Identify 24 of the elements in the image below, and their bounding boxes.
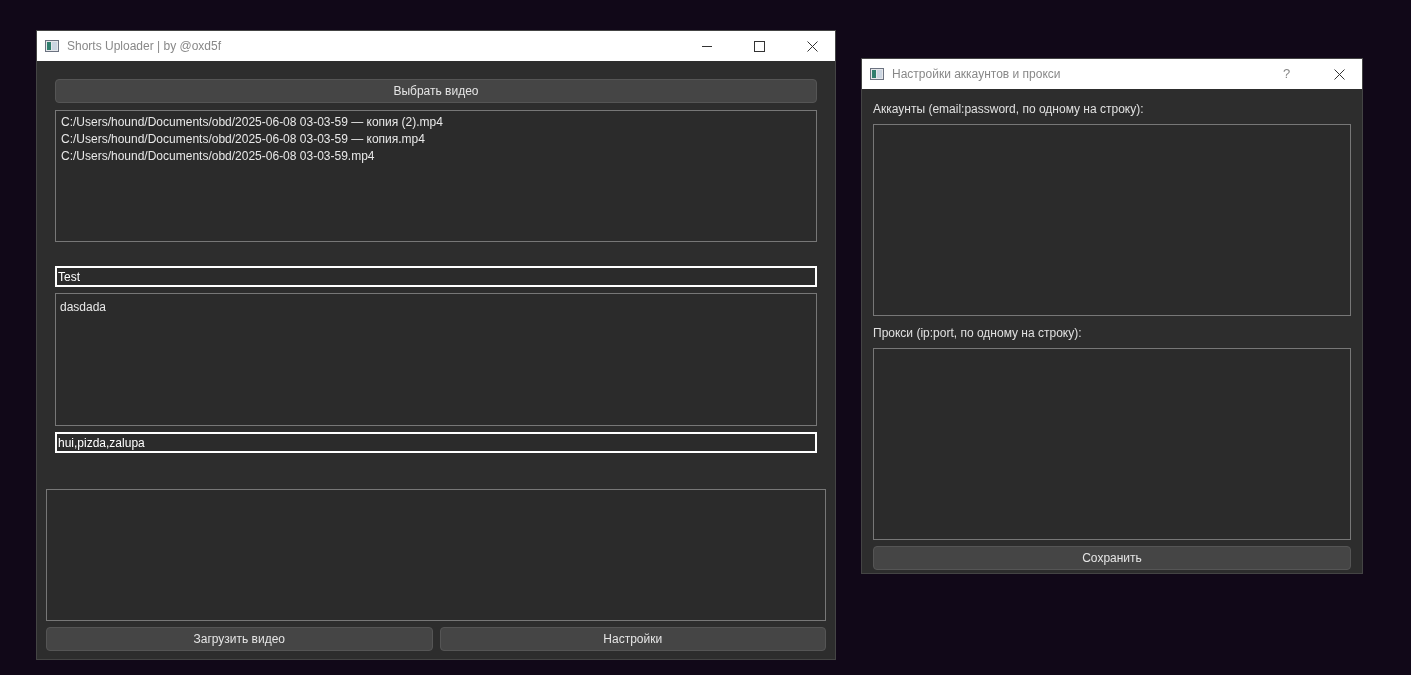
log-area[interactable] xyxy=(46,489,826,621)
file-list-item[interactable]: C:/Users/hound/Documents/obd/2025-06-08 03-03-59 — копия (2).mp4 xyxy=(61,114,811,131)
app-icon xyxy=(45,40,59,52)
window-title: Shorts Uploader | by @oxd5f xyxy=(67,38,223,55)
close-icon xyxy=(807,40,818,52)
title-field[interactable]: Test xyxy=(55,266,817,287)
maximize-icon xyxy=(754,40,765,52)
file-list-item[interactable]: C:/Users/hound/Documents/obd/2025-06-08 03-03-59.mp4 xyxy=(61,148,811,165)
file-list-item[interactable]: C:/Users/hound/Documents/obd/2025-06-08 03-03-59 — копия.mp4 xyxy=(61,131,811,148)
help-button[interactable]: ? xyxy=(1264,59,1309,89)
description-field[interactable]: dasdada xyxy=(55,293,817,426)
choose-video-button[interactable]: Выбрать видео xyxy=(55,79,817,103)
minimize-icon xyxy=(701,45,712,47)
close-icon xyxy=(1334,68,1345,80)
proxies-label: Прокси (ip:port, по одному на строку): xyxy=(873,325,1083,342)
tags-field[interactable]: hui,pizda,zalupa xyxy=(55,432,817,453)
settings-button[interactable]: Настройки xyxy=(439,627,826,651)
save-button[interactable]: Сохранить xyxy=(873,546,1351,570)
proxies-field[interactable] xyxy=(873,348,1351,540)
app-icon xyxy=(870,68,884,80)
accounts-label: Аккаунты (email:password, по одному на строку): xyxy=(873,101,1145,118)
accounts-field[interactable] xyxy=(873,124,1351,316)
upload-video-button[interactable]: Загрузить видео xyxy=(46,627,433,651)
dialog-title: Настройки аккаунтов и прокси xyxy=(892,66,1062,83)
